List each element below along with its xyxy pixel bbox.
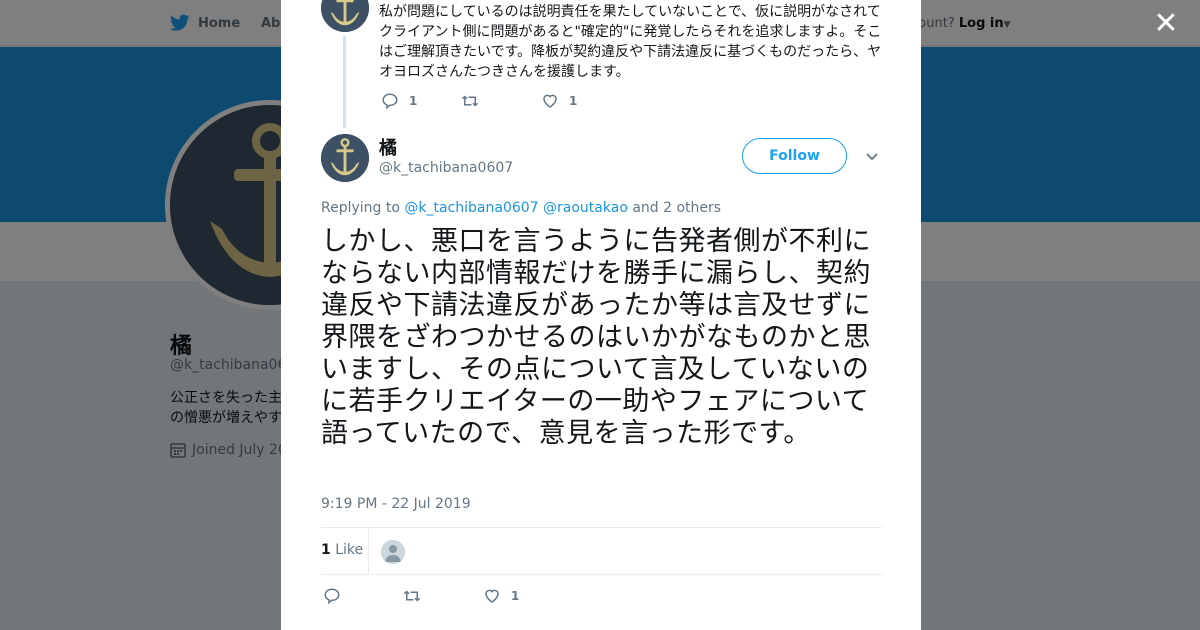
retweet-button[interactable] bbox=[461, 92, 541, 110]
tweet-stats: 1 Like bbox=[321, 527, 882, 575]
replying-prefix: Replying to bbox=[321, 200, 400, 216]
heart-icon bbox=[543, 94, 557, 108]
tweet-text: しかし、悪口を言うように告発者側が不利にならない内部情報だけを勝手に漏らし、契約… bbox=[321, 226, 871, 449]
previous-tweet-text: 私が問題にしているのは説明責任を果たしていないことで、仮に説明がなされてクライア… bbox=[379, 4, 882, 80]
follow-button[interactable]: Follow bbox=[742, 138, 847, 174]
avatar[interactable] bbox=[321, 134, 369, 182]
like-button[interactable]: 1 bbox=[483, 587, 519, 605]
reply-icon bbox=[382, 93, 398, 110]
reply-icon bbox=[324, 588, 340, 605]
tweet-modal: 私が問題にしているのは説明責任を果たしていないことで、仮に説明がなされてクライア… bbox=[281, 0, 921, 630]
retweet-icon bbox=[403, 590, 421, 602]
replying-user-link[interactable]: @k_tachibana0607 bbox=[404, 200, 538, 216]
divider bbox=[368, 528, 369, 575]
avatar[interactable] bbox=[321, 0, 369, 32]
like-stat-label: Like bbox=[335, 542, 364, 558]
tweet-timestamp[interactable]: 9:19 PM - 22 Jul 2019 bbox=[321, 496, 471, 512]
tweet-author: 橘 @k_tachibana0607 Follow bbox=[321, 134, 881, 182]
tweet-actions: 1 bbox=[323, 587, 519, 605]
previous-tweet[interactable]: 私が問題にしているのは説明責任を果たしていないことで、仮に説明がなされてクライア… bbox=[281, 0, 921, 128]
like-stat[interactable]: 1 Like bbox=[321, 542, 363, 558]
replying-to: Replying to @k_tachibana0607 @raoutakao … bbox=[321, 200, 721, 216]
close-icon[interactable]: ✕ bbox=[1152, 9, 1180, 39]
reply-count: 1 bbox=[409, 94, 418, 108]
anchor-icon bbox=[321, 0, 369, 32]
retweet-icon bbox=[461, 95, 479, 107]
like-button[interactable]: 1 bbox=[541, 92, 577, 110]
like-count: 1 bbox=[511, 589, 520, 603]
reply-button[interactable] bbox=[323, 587, 403, 605]
like-stat-count: 1 bbox=[321, 542, 331, 558]
liker-avatar[interactable] bbox=[381, 540, 405, 564]
heart-icon bbox=[485, 589, 499, 603]
chevron-down-icon[interactable] bbox=[864, 148, 880, 164]
author-name[interactable]: 橘 bbox=[379, 134, 397, 160]
retweet-button[interactable] bbox=[403, 587, 483, 605]
thread-line bbox=[343, 36, 346, 128]
replying-user-link[interactable]: @raoutakao bbox=[543, 200, 628, 216]
default-avatar-icon bbox=[381, 540, 405, 564]
like-count: 1 bbox=[569, 94, 578, 108]
author-handle[interactable]: @k_tachibana0607 bbox=[379, 160, 513, 176]
reply-button[interactable]: 1 bbox=[381, 92, 461, 110]
replying-others[interactable]: and 2 others bbox=[632, 200, 721, 216]
previous-tweet-actions: 1 1 bbox=[381, 92, 577, 110]
anchor-icon bbox=[321, 134, 369, 182]
